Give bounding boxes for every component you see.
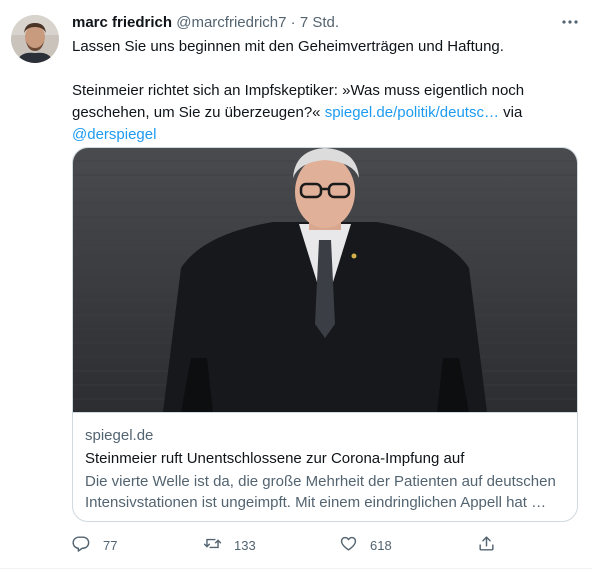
like-button[interactable]: 618 — [339, 533, 392, 557]
timestamp[interactable]: 7 Std. — [300, 14, 339, 31]
action-bar: 77 133 618 — [72, 533, 562, 557]
avatar[interactable] — [11, 15, 59, 63]
link-preview-card[interactable]: spiegel.de Steinmeier ruft Unentschlosse… — [72, 147, 578, 522]
tweet[interactable]: marc friedrich @marcfriedrich7 · 7 Std. … — [0, 0, 592, 569]
reply-button[interactable]: 77 — [72, 533, 117, 557]
reply-icon — [72, 534, 91, 556]
mention-link[interactable]: @derspiegel — [72, 126, 156, 143]
more-dots-icon[interactable] — [560, 12, 580, 32]
separator: · — [290, 14, 296, 31]
card-title: Steinmeier ruft Unentschlossene zur Coro… — [85, 450, 465, 467]
like-count: 618 — [370, 537, 392, 553]
card-description: Die vierte Welle ist da, die große Mehrh… — [85, 473, 556, 511]
card-domain: spiegel.de — [85, 427, 154, 444]
via-word: via — [498, 104, 523, 121]
author-handle[interactable]: @marcfriedrich7 — [176, 14, 286, 31]
share-button[interactable] — [477, 533, 496, 557]
tweet-text: Lassen Sie uns beginnen mit den Geheimve… — [72, 36, 562, 146]
reply-count: 77 — [103, 537, 118, 553]
tweet-text-line1: Lassen Sie uns beginnen mit den Geheimve… — [72, 38, 504, 55]
tweet-header: marc friedrich @marcfriedrich7 · 7 Std. — [72, 13, 339, 33]
retweet-icon — [203, 534, 222, 556]
article-link[interactable]: spiegel.de/politik/deutsc… — [325, 104, 499, 121]
author-name[interactable]: marc friedrich — [72, 14, 172, 31]
retweet-button[interactable]: 133 — [203, 533, 256, 557]
heart-icon — [339, 534, 358, 556]
card-body: spiegel.de Steinmeier ruft Unentschlosse… — [73, 412, 577, 521]
retweet-count: 133 — [234, 537, 256, 553]
share-icon — [477, 534, 496, 556]
tweet-text-para2: Steinmeier richtet sich an Impfskeptiker… — [72, 80, 562, 146]
card-image[interactable] — [73, 148, 577, 412]
